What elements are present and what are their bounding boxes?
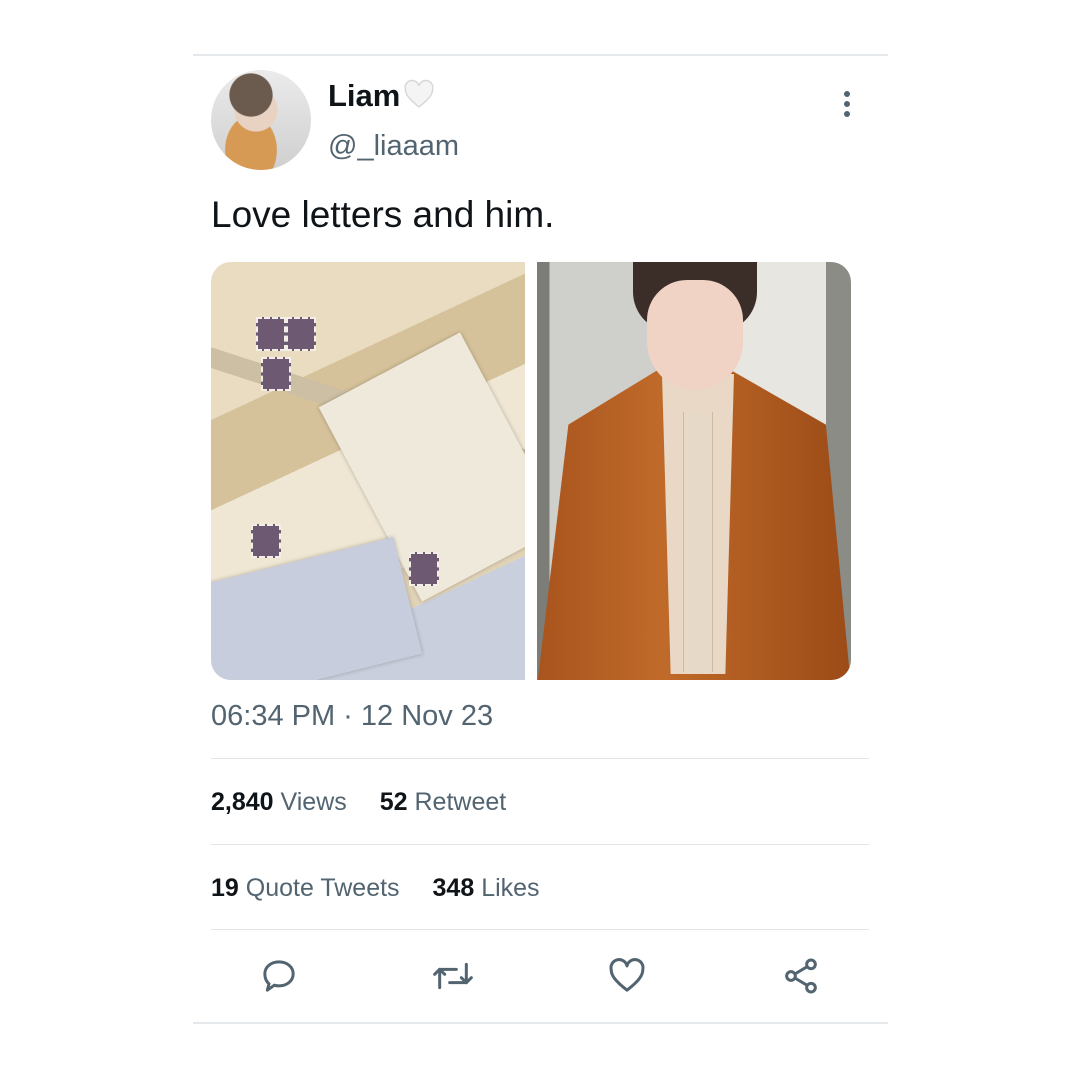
- views-stat: 2,840 Views: [211, 788, 347, 816]
- quotes-count: 19: [211, 874, 239, 902]
- divider: [211, 929, 869, 930]
- retweet-icon[interactable]: [431, 956, 473, 996]
- stats-row-views-retweets: 2,840 Views 52 Retweet: [211, 788, 532, 817]
- views-count: 2,840: [211, 788, 274, 816]
- divider: [211, 844, 869, 845]
- tweet-text: Love letters and him.: [211, 194, 555, 235]
- stamp-shape: [256, 317, 286, 351]
- stamp-shape: [251, 524, 281, 558]
- more-vertical-icon[interactable]: [839, 89, 855, 119]
- display-name[interactable]: Liam: [328, 78, 436, 117]
- top-divider: [193, 54, 888, 56]
- portrait-image[interactable]: [537, 262, 851, 680]
- retweets-stat[interactable]: 52 Retweet: [380, 788, 506, 816]
- share-icon[interactable]: [781, 956, 821, 996]
- love-letters-image[interactable]: [211, 262, 525, 680]
- stamp-shape: [409, 552, 439, 586]
- likes-count: 348: [432, 874, 475, 902]
- stats-row-quotes-likes: 19 Quote Tweets 348 Likes: [211, 874, 566, 903]
- likes-label: Likes: [481, 874, 540, 902]
- quotes-label: Quote Tweets: [245, 874, 400, 902]
- user-handle[interactable]: @_liaaam: [328, 130, 459, 163]
- retweets-count: 52: [379, 788, 408, 816]
- portrait-face: [647, 280, 743, 390]
- reply-icon[interactable]: [259, 956, 299, 996]
- white-heart-icon: [402, 79, 436, 117]
- retweets-label: Retweet: [414, 788, 507, 816]
- stamp-shape: [286, 317, 316, 351]
- avatar[interactable]: [211, 70, 311, 170]
- views-label: Views: [280, 788, 347, 816]
- tweet-media[interactable]: [211, 262, 851, 680]
- portrait-tie: [683, 412, 713, 672]
- action-bar: [193, 954, 888, 1004]
- quotes-stat[interactable]: 19 Quote Tweets: [211, 874, 400, 902]
- like-icon[interactable]: [607, 956, 647, 996]
- display-name-text: Liam: [328, 78, 401, 113]
- likes-stat[interactable]: 348 Likes: [433, 874, 540, 902]
- divider: [211, 758, 869, 759]
- bottom-divider: [193, 1022, 888, 1024]
- tweet-card: Liam @_liaaam Love letters and him. 06:3…: [193, 54, 888, 1024]
- stamp-shape: [261, 357, 291, 391]
- tweet-timestamp[interactable]: 06:34 PM · 12 Nov 23: [211, 700, 493, 733]
